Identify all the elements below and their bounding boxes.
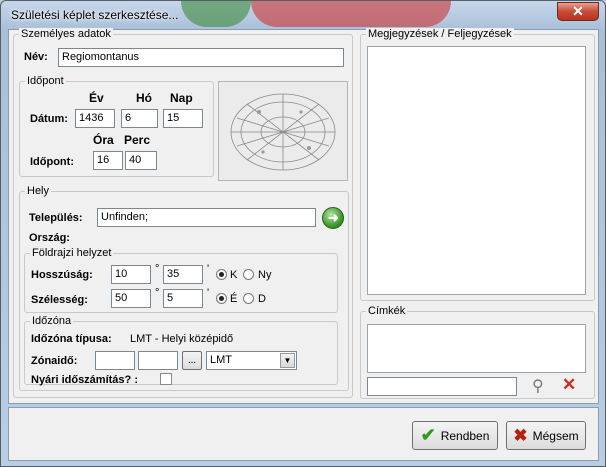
day-input[interactable]: 15 — [163, 109, 203, 128]
background-decoration — [251, 1, 451, 27]
cancel-button[interactable]: ✖ Mégsem — [506, 421, 586, 450]
dst-checkbox[interactable] — [160, 373, 172, 385]
cross-icon: ✖ — [513, 425, 528, 445]
time-label: Időpont: — [30, 156, 74, 168]
longitude-label: Hosszúság: — [31, 269, 93, 281]
place-legend: Hely — [25, 185, 52, 197]
east-label: K — [230, 269, 238, 281]
timezone-type-label: Időzóna típusa: — [31, 333, 112, 345]
west-label: Ny — [258, 269, 272, 281]
background-decoration — [181, 1, 251, 27]
dialog-client-area: Személyes adatok Név: Regiomontanus Időp… — [8, 28, 599, 404]
delete-tag-icon[interactable]: ✕ — [562, 375, 576, 395]
ok-button[interactable]: ✔ Rendben — [412, 421, 498, 450]
ok-button-label: Rendben — [440, 428, 490, 443]
month-header: Hó — [136, 91, 152, 105]
latitude-minute-input[interactable]: 5 — [163, 289, 203, 308]
zone-time-label: Zónaidő: — [31, 355, 78, 367]
close-icon: ✕ — [572, 3, 584, 19]
button-bar: ✔ Rendben ✖ Mégsem — [8, 407, 599, 461]
tags-list[interactable] — [367, 324, 586, 373]
longitude-minute-input[interactable]: 35 — [163, 265, 203, 284]
time-legend: Időpont — [25, 75, 66, 87]
personal-data-group: Személyes adatok Név: Regiomontanus Időp… — [13, 28, 353, 398]
zone-minute-input[interactable] — [138, 351, 178, 370]
chevron-down-icon[interactable]: ▼ — [280, 353, 295, 368]
hour-input[interactable]: 16 — [93, 151, 123, 170]
tags-group: Címkék ⚲ ✕ — [360, 305, 595, 399]
name-label: Név: — [24, 51, 48, 63]
dst-label: Nyári időszámítás? : — [31, 374, 138, 386]
minute-symbol: ' — [207, 287, 210, 299]
paperclip-icon[interactable]: ⚲ — [532, 376, 544, 396]
latitude-label: Szélesség: — [31, 294, 88, 306]
name-input[interactable]: Regiomontanus — [58, 48, 344, 67]
settlement-input[interactable]: Unfinden; — [97, 208, 316, 227]
arrow-right-icon: ➜ — [328, 210, 339, 225]
timezone-select[interactable]: LMT ▼ — [206, 351, 297, 370]
place-group: Hely Település: Unfinden; ➜ Ország: Föld… — [19, 185, 349, 391]
minute-header: Perc — [124, 133, 151, 147]
dialog-window: Születési képlet szerkesztése... ✕ Szemé… — [0, 0, 606, 467]
timezone-group: Időzóna Időzóna típusa: LMT - Helyi közé… — [24, 315, 338, 386]
south-label: D — [258, 293, 266, 305]
west-radio[interactable] — [243, 269, 254, 280]
south-radio[interactable] — [243, 293, 254, 304]
timezone-select-value: LMT — [210, 354, 232, 366]
title-bar[interactable]: Születési képlet szerkesztése... ✕ — [1, 1, 605, 29]
year-input[interactable]: 1436 — [75, 109, 115, 128]
month-input[interactable]: 6 — [121, 109, 158, 128]
settlement-label: Település: — [29, 212, 83, 224]
north-radio[interactable] — [216, 293, 227, 304]
degree-symbol: ° — [155, 263, 160, 275]
horoscope-chart-image — [218, 81, 348, 181]
minute-symbol: ' — [207, 263, 210, 275]
minute-input[interactable]: 40 — [125, 151, 157, 170]
zone-hour-input[interactable] — [95, 351, 135, 370]
close-button[interactable]: ✕ — [557, 2, 599, 21]
north-label: É — [230, 293, 238, 305]
time-group: Időpont Év Hó Nap Dátum: 1436 6 15 Óra P… — [19, 75, 214, 177]
tag-input[interactable] — [367, 377, 517, 396]
east-radio[interactable] — [216, 269, 227, 280]
checkmark-icon: ✔ — [420, 425, 436, 445]
longitude-degree-input[interactable]: 10 — [111, 265, 151, 284]
day-header: Nap — [170, 91, 193, 105]
notes-legend: Megjegyzések / Feljegyzések — [366, 28, 514, 40]
cancel-button-label: Mégsem — [532, 428, 579, 443]
date-label: Dátum: — [30, 113, 68, 125]
notes-textarea[interactable] — [367, 46, 586, 295]
browse-timezone-button[interactable]: ... — [182, 351, 202, 370]
latitude-degree-input[interactable]: 50 — [111, 289, 151, 308]
geo-legend: Földrajzi helyzet — [30, 247, 114, 259]
notes-group: Megjegyzések / Feljegyzések — [360, 28, 595, 301]
geo-position-group: Földrajzi helyzet Hosszúság: 10 ° 35 ' K… — [24, 247, 338, 313]
hour-header: Óra — [93, 133, 114, 147]
degree-symbol: ° — [155, 287, 160, 299]
year-header: Év — [89, 91, 104, 105]
timezone-type-value: LMT - Helyi középidő — [130, 333, 234, 345]
personal-data-legend: Személyes adatok — [19, 28, 113, 40]
timezone-legend: Időzóna — [30, 315, 74, 327]
window-title: Születési képlet szerkesztése... — [11, 8, 179, 22]
search-location-button[interactable]: ➜ — [322, 207, 344, 229]
tags-legend: Címkék — [366, 305, 408, 317]
country-label: Ország: — [29, 232, 70, 244]
